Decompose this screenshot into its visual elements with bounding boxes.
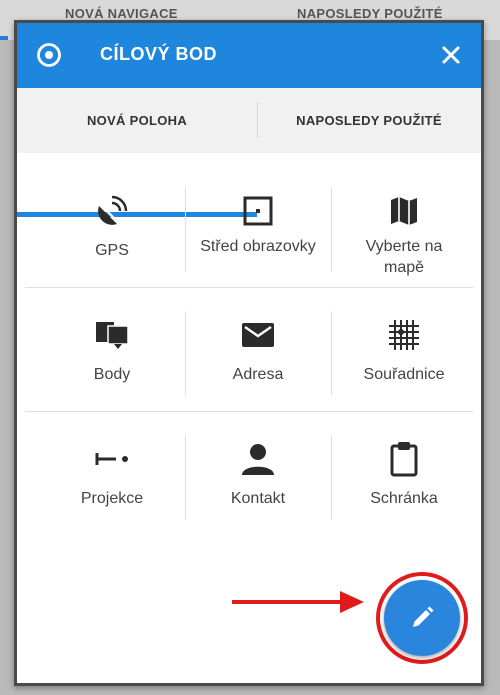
highlight-arrow xyxy=(232,600,349,604)
gps-satellite-icon xyxy=(98,195,128,225)
option-screen-center[interactable]: Střed obrazovky xyxy=(185,163,331,287)
option-coordinates[interactable]: Souřadnice xyxy=(331,287,477,411)
option-label: Schránka xyxy=(370,490,438,507)
option-address[interactable]: Adresa xyxy=(185,287,331,411)
background-tab-recently-used: NAPOSLEDY POUŽITÉ xyxy=(297,6,443,21)
grid-divider xyxy=(25,287,473,288)
option-points[interactable]: Body xyxy=(39,287,185,411)
grid-divider xyxy=(185,311,186,395)
option-label: Body xyxy=(93,366,131,383)
envelope-icon xyxy=(242,323,274,347)
map-icon xyxy=(391,197,417,225)
option-label: Souřadnice xyxy=(363,366,445,383)
option-label: Projekce xyxy=(80,490,144,507)
grid-divider xyxy=(185,435,186,519)
grid-divider xyxy=(185,187,186,271)
option-label: Střed obrazovky xyxy=(200,238,316,255)
option-contact[interactable]: Kontakt xyxy=(185,411,331,535)
option-gps[interactable]: GPS xyxy=(39,163,185,287)
edit-fab-button[interactable] xyxy=(384,580,460,656)
option-select-on-map[interactable]: Vyberte na mapě xyxy=(331,163,477,287)
option-projection[interactable]: Projekce xyxy=(39,411,185,535)
option-label: Vyberte na mapě xyxy=(365,238,443,276)
close-icon[interactable] xyxy=(435,39,467,71)
option-label: Adresa xyxy=(232,366,284,383)
coordinates-grid-icon xyxy=(389,320,419,350)
dialog-header: CÍLOVÝ BOD xyxy=(17,23,481,88)
clipboard-icon xyxy=(390,442,418,477)
pencil-icon xyxy=(413,606,434,627)
grid-divider xyxy=(25,411,473,412)
option-label: GPS xyxy=(95,242,129,259)
projection-icon xyxy=(95,453,128,465)
contact-icon xyxy=(242,444,274,475)
screen-center-icon xyxy=(243,196,273,226)
tab-bar: NOVÁ POLOHA NAPOSLEDY POUŽITÉ xyxy=(17,88,481,217)
grid-divider xyxy=(331,311,332,395)
background-tab-new-navigation: NOVÁ NAVIGACE xyxy=(65,6,178,21)
target-icon xyxy=(37,43,61,67)
points-icon xyxy=(96,322,129,349)
tab-new-location[interactable]: NOVÁ POLOHA xyxy=(17,88,257,153)
grid-divider xyxy=(331,435,332,519)
tab-recently-used[interactable]: NAPOSLEDY POUŽITÉ xyxy=(257,88,481,153)
dialog-title: CÍLOVÝ BOD xyxy=(100,44,218,64)
option-label: Kontakt xyxy=(230,490,286,507)
grid-divider xyxy=(331,187,332,271)
highlight-arrow-head xyxy=(340,591,364,613)
background-accent xyxy=(0,36,8,40)
option-clipboard[interactable]: Schránka xyxy=(331,411,477,535)
